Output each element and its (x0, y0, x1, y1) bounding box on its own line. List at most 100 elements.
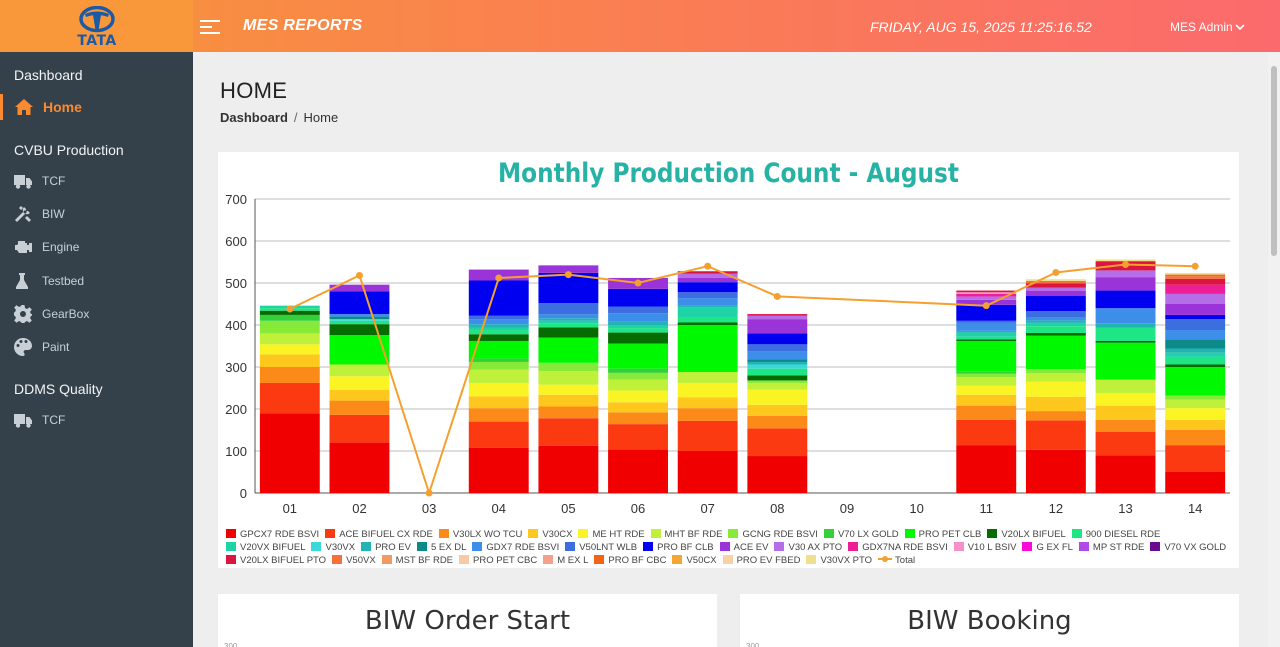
bar-segment[interactable] (1025, 322, 1086, 327)
bar-segment[interactable] (747, 380, 808, 383)
legend-item[interactable]: ME HT RDE (578, 529, 645, 541)
bar-segment[interactable] (608, 321, 668, 325)
bar-segment[interactable] (259, 413, 320, 493)
bar-segment[interactable] (468, 447, 529, 493)
bar-segment[interactable] (259, 314, 320, 321)
bar-segment[interactable] (329, 400, 390, 415)
bar-segment[interactable] (747, 333, 808, 345)
sidebar-item-home[interactable]: Home (0, 94, 193, 120)
total-point[interactable] (773, 292, 781, 300)
bar-segment[interactable] (259, 382, 320, 414)
bar-segment[interactable] (1025, 449, 1086, 493)
bar-segment[interactable] (538, 337, 599, 363)
bar-segment[interactable] (956, 339, 1017, 341)
bar-segment[interactable] (1165, 278, 1226, 285)
bar-segment[interactable] (259, 320, 320, 334)
bar-segment[interactable] (608, 288, 668, 307)
legend-item[interactable]: MP ST RDE (1078, 542, 1144, 554)
legend-item[interactable]: V50VX (332, 555, 376, 567)
legend-item[interactable]: PRO BF CLB (643, 542, 714, 554)
legend-item[interactable]: G EX FL (1022, 542, 1073, 554)
bar-segment[interactable] (608, 412, 668, 425)
bar-segment[interactable] (956, 371, 1017, 374)
bar-segment[interactable] (608, 343, 668, 369)
legend-item[interactable]: GDX7 RDE BSVI (472, 542, 559, 554)
bar-segment[interactable] (329, 414, 390, 443)
bar-segment[interactable] (1165, 319, 1226, 331)
bar-segment[interactable] (677, 305, 738, 308)
legend-item[interactable]: GCNG RDE BSVI (728, 529, 818, 541)
bar-segment[interactable] (1165, 293, 1226, 304)
bar-segment[interactable] (1165, 395, 1226, 400)
bar-segment[interactable] (1095, 431, 1156, 456)
bar-segment[interactable] (329, 324, 390, 336)
bar-segment[interactable] (538, 362, 599, 372)
total-point[interactable] (704, 262, 712, 270)
bar-segment[interactable] (608, 424, 668, 450)
bar-segment[interactable] (1025, 373, 1086, 382)
bar-segment[interactable] (747, 415, 808, 429)
bar-segment[interactable] (608, 306, 668, 314)
bar-segment[interactable] (1095, 259, 1156, 262)
bar-segment[interactable] (259, 344, 320, 355)
bar-segment[interactable] (1165, 399, 1226, 409)
bar-segment[interactable] (1025, 326, 1086, 333)
bar-segment[interactable] (1025, 332, 1086, 336)
bar-segment[interactable] (1095, 308, 1156, 324)
bar-segment[interactable] (1025, 381, 1086, 397)
bar-segment[interactable] (956, 405, 1017, 420)
bar-segment[interactable] (468, 324, 529, 328)
bar-segment[interactable] (747, 344, 808, 352)
legend-item[interactable]: GDX7NA RDE BSVI (848, 542, 948, 554)
bar-segment[interactable] (608, 449, 668, 493)
bar-segment[interactable] (1165, 364, 1226, 367)
total-point[interactable] (564, 271, 572, 279)
bar-segment[interactable] (677, 317, 738, 323)
bar-segment[interactable] (329, 376, 390, 390)
bar-segment[interactable] (747, 315, 808, 320)
bar-segment[interactable] (747, 389, 808, 405)
bar-segment[interactable] (1165, 367, 1226, 396)
bar-segment[interactable] (1165, 339, 1226, 349)
bar-segment[interactable] (329, 316, 390, 320)
hamburger-menu-icon[interactable] (200, 17, 220, 35)
legend-item[interactable]: ACE BIFUEL CX RDE (325, 529, 433, 541)
bar-segment[interactable] (329, 291, 390, 315)
bar-segment[interactable] (468, 382, 529, 397)
bar-segment[interactable] (538, 384, 599, 395)
bar-segment[interactable] (956, 394, 1017, 406)
bar-segment[interactable] (1095, 327, 1156, 341)
bar-segment[interactable] (608, 328, 668, 333)
bar-segment[interactable] (1165, 274, 1226, 277)
bar-segment[interactable] (1165, 348, 1226, 353)
bar-segment[interactable] (608, 372, 668, 380)
bar-segment[interactable] (468, 330, 529, 335)
bar-segment[interactable] (677, 420, 738, 451)
bar-segment[interactable] (1165, 314, 1226, 320)
bar-segment[interactable] (1025, 320, 1086, 323)
legend-item[interactable]: PRO BF CBC (594, 555, 666, 567)
bar-segment[interactable] (538, 394, 599, 407)
bar-segment[interactable] (1095, 290, 1156, 309)
breadcrumb-dashboard[interactable]: Dashboard (220, 110, 288, 125)
legend-item[interactable]: V70 LX GOLD (823, 529, 899, 541)
bar-segment[interactable] (956, 290, 1017, 293)
legend-item[interactable]: M EX L (543, 555, 588, 567)
legend-item[interactable]: V30CX (528, 529, 572, 541)
bar-segment[interactable] (538, 303, 599, 315)
legend-item-total[interactable]: Total (878, 555, 915, 567)
bar-segment[interactable] (468, 408, 529, 422)
sidebar-item-biw[interactable]: BIW (0, 201, 193, 227)
bar-segment[interactable] (747, 364, 808, 369)
bar-segment[interactable] (329, 319, 390, 321)
total-point[interactable] (982, 302, 990, 310)
bar-segment[interactable] (677, 451, 738, 493)
bar-segment[interactable] (538, 320, 599, 324)
bar-segment[interactable] (538, 327, 599, 338)
bar-segment[interactable] (956, 385, 1017, 395)
bar-segment[interactable] (1025, 287, 1086, 291)
bar-segment[interactable] (747, 361, 808, 365)
bar-segment[interactable] (1165, 330, 1226, 340)
bar-segment[interactable] (468, 361, 529, 370)
bar-segment[interactable] (956, 373, 1017, 378)
